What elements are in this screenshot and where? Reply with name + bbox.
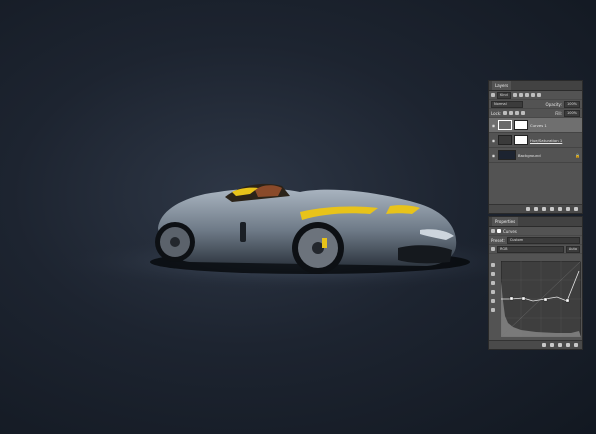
layer-row-curves[interactable]: ◉ Curves 1 bbox=[489, 118, 582, 133]
target-adjust-icon[interactable] bbox=[491, 247, 495, 251]
hue-saturation-adjustment-icon bbox=[498, 135, 512, 145]
lock-icon: 🔒 bbox=[575, 152, 580, 158]
adjustment-filter-icon[interactable] bbox=[518, 93, 523, 97]
new-layer-icon[interactable] bbox=[566, 207, 570, 211]
search-icon bbox=[491, 93, 495, 97]
auto-button[interactable]: Auto bbox=[565, 245, 580, 253]
lock-pixels-icon[interactable] bbox=[503, 111, 508, 115]
view-previous-icon[interactable] bbox=[550, 343, 554, 347]
lock-row: Lock: Fill: 100% bbox=[489, 109, 582, 118]
layer-mask-thumbnail[interactable] bbox=[514, 135, 528, 145]
smart-object-filter-icon[interactable] bbox=[536, 93, 541, 97]
fx-icon[interactable] bbox=[534, 207, 538, 211]
shape-filter-icon[interactable] bbox=[530, 93, 535, 97]
type-filter-icon[interactable] bbox=[524, 93, 529, 97]
tab-layers[interactable]: Layers bbox=[492, 81, 512, 90]
preset-label: Preset: bbox=[491, 237, 505, 243]
black-eyedropper-icon[interactable] bbox=[491, 263, 495, 267]
visibility-eye-icon[interactable]: ◉ bbox=[491, 153, 496, 158]
adjustment-header: Curves bbox=[489, 227, 582, 236]
tab-properties[interactable]: Properties bbox=[492, 217, 519, 226]
layer-mask-thumbnail[interactable] bbox=[514, 120, 528, 130]
fill-field[interactable]: 100% bbox=[563, 109, 580, 117]
lock-all-icon[interactable] bbox=[521, 111, 526, 115]
opacity-label: Opacity: bbox=[545, 101, 562, 107]
layers-panel: Layers Kind Normal Opacity: 100% Lock: F… bbox=[488, 80, 583, 214]
link-layers-icon[interactable] bbox=[526, 207, 530, 211]
white-eyedropper-icon[interactable] bbox=[491, 281, 495, 285]
curves-adjustment-icon bbox=[498, 120, 512, 130]
layers-tab-bar: Layers bbox=[489, 81, 582, 91]
visibility-eye-icon[interactable]: ◉ bbox=[491, 123, 496, 128]
kind-filter-select[interactable]: Kind bbox=[497, 91, 511, 99]
adjustment-name: Curves bbox=[503, 228, 517, 234]
lock-position-icon[interactable] bbox=[515, 111, 520, 115]
preset-row: Preset: Custom bbox=[489, 236, 582, 245]
visibility-eye-icon[interactable]: ◉ bbox=[491, 138, 496, 143]
curves-tools bbox=[491, 261, 499, 317]
reset-icon[interactable] bbox=[558, 343, 562, 347]
properties-panel: Properties Curves Preset: Custom RGB Aut… bbox=[488, 216, 583, 350]
trash-icon[interactable] bbox=[574, 207, 578, 211]
curve-edit-icon[interactable] bbox=[491, 290, 495, 294]
layer-list: ◉ Curves 1 ◉ Hue/Saturation 1 ◉ Backgrou… bbox=[489, 118, 582, 163]
channel-row: RGB Auto bbox=[489, 245, 582, 254]
preset-select[interactable]: Custom bbox=[506, 236, 580, 244]
layers-filter-row: Kind bbox=[489, 91, 582, 100]
layers-footer bbox=[489, 204, 582, 213]
lock-label: Lock: bbox=[491, 110, 502, 116]
background-thumbnail bbox=[498, 150, 516, 160]
gray-eyedropper-icon[interactable] bbox=[491, 272, 495, 276]
blend-mode-select[interactable]: Normal bbox=[491, 100, 523, 108]
layer-name: Hue/Saturation 1 bbox=[530, 137, 563, 143]
mask-icon[interactable] bbox=[497, 229, 501, 233]
layer-name: Background bbox=[518, 152, 541, 158]
pixel-filter-icon[interactable] bbox=[512, 93, 517, 97]
layer-row-hue-saturation[interactable]: ◉ Hue/Saturation 1 bbox=[489, 133, 582, 148]
lock-image-icon[interactable] bbox=[509, 111, 514, 115]
add-mask-icon[interactable] bbox=[542, 207, 546, 211]
pencil-icon[interactable] bbox=[491, 299, 495, 303]
curves-adjustment-icon bbox=[491, 229, 495, 233]
new-adjustment-icon[interactable] bbox=[550, 207, 554, 211]
properties-footer bbox=[489, 340, 582, 349]
new-group-icon[interactable] bbox=[558, 207, 562, 211]
smooth-icon[interactable] bbox=[491, 308, 495, 312]
trash-icon[interactable] bbox=[574, 343, 578, 347]
properties-tab-bar: Properties bbox=[489, 217, 582, 227]
clip-to-layer-icon[interactable] bbox=[542, 343, 546, 347]
opacity-field[interactable]: 100% bbox=[563, 100, 580, 108]
channel-select[interactable]: RGB bbox=[497, 245, 564, 253]
layer-row-background[interactable]: ◉ Background 🔒 bbox=[489, 148, 582, 163]
curves-graph[interactable] bbox=[501, 261, 581, 337]
blend-row: Normal Opacity: 100% bbox=[489, 100, 582, 109]
layer-name: Curves 1 bbox=[530, 122, 547, 128]
fill-label: Fill: bbox=[555, 110, 562, 116]
visibility-icon[interactable] bbox=[566, 343, 570, 347]
